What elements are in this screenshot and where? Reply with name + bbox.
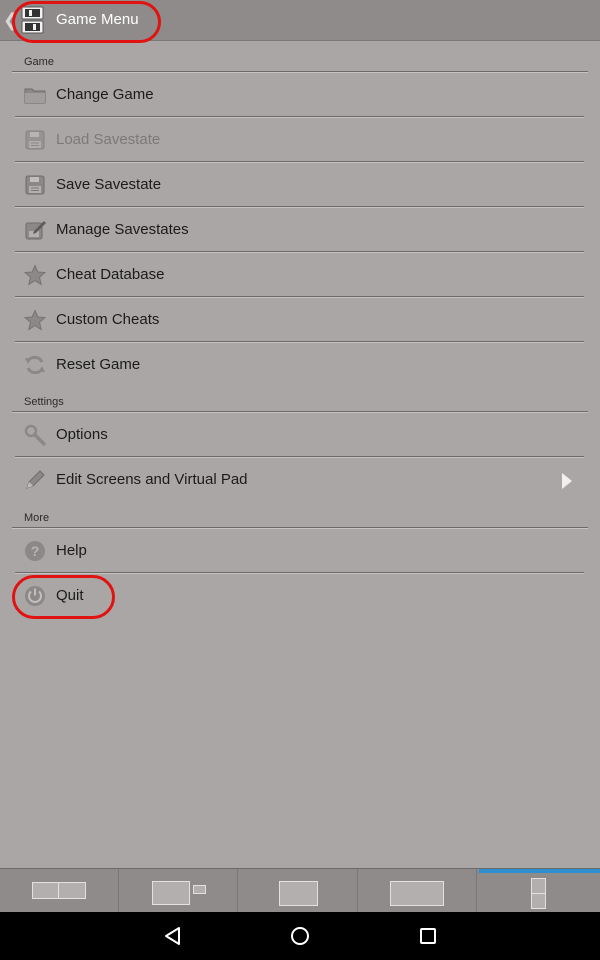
menu-item-quit[interactable]: Quit xyxy=(15,574,584,618)
active-tab-indicator xyxy=(479,869,600,873)
menu-item-load-savestate[interactable]: Load Savestate xyxy=(15,118,584,162)
menu-item-edit-screens-and-virtual-pad[interactable]: Edit Screens and Virtual Pad xyxy=(15,458,584,502)
layout-stacked-icon-bottom xyxy=(531,893,546,909)
menu-item-save-savestate[interactable]: Save Savestate xyxy=(15,163,584,207)
layout-tab-single-wide[interactable] xyxy=(358,869,477,912)
power-icon xyxy=(24,585,46,607)
layout-tab-single-small[interactable] xyxy=(239,869,358,912)
menu-item-label: Reset Game xyxy=(56,356,141,373)
menu-item-label: Load Savestate xyxy=(56,131,161,148)
section-header-more: More xyxy=(24,512,50,524)
recents-square-icon[interactable] xyxy=(416,924,440,948)
menu-item-label: Save Savestate xyxy=(56,176,162,193)
android-nav-bar xyxy=(0,912,600,960)
layout-stacked-icon xyxy=(531,878,546,894)
game-menu-screen: ❮ Game Menu Game Change Game Load Savestat… xyxy=(0,0,600,960)
home-circle-icon[interactable] xyxy=(288,924,312,948)
layout-side-by-side-icon xyxy=(32,882,59,899)
pencil-icon xyxy=(24,469,46,491)
section-header-settings: Settings xyxy=(24,396,64,408)
menu-item-change-game[interactable]: Change Game xyxy=(15,73,584,117)
menu-item-cheat-database[interactable]: Cheat Database xyxy=(15,253,584,297)
menu-item-reset-game[interactable]: Reset Game xyxy=(15,343,584,387)
menu-item-label: Edit Screens and Virtual Pad xyxy=(56,471,248,488)
menu-item-label: Change Game xyxy=(56,86,154,103)
refresh-icon xyxy=(24,354,46,376)
floppy-icon xyxy=(24,174,46,196)
menu-item-label: Help xyxy=(56,542,87,559)
section-header-game: Game xyxy=(24,56,54,68)
menu-item-help[interactable]: ? Help xyxy=(15,529,584,573)
chevron-left-icon[interactable]: ❮ xyxy=(3,9,18,31)
svg-text:?: ? xyxy=(31,543,40,559)
floppy-icon xyxy=(24,129,46,151)
help-icon: ? xyxy=(24,540,46,562)
ds-logo-icon[interactable] xyxy=(19,6,46,34)
menu-item-manage-savestates[interactable]: Manage Savestates xyxy=(15,208,584,252)
layout-tab-main-with-mini[interactable] xyxy=(119,869,238,912)
layout-single-wide-icon xyxy=(390,881,444,906)
chevron-right-icon xyxy=(562,473,572,489)
screen-layout-tabs xyxy=(0,868,600,912)
folder-icon xyxy=(24,84,46,106)
menu-item-label: Cheat Database xyxy=(56,266,165,283)
layout-tab-stacked[interactable] xyxy=(479,869,600,912)
page-title[interactable]: Game Menu xyxy=(56,10,139,30)
star-icon xyxy=(23,309,47,331)
layout-main-with-mini-icon xyxy=(152,881,190,905)
menu-item-label: Manage Savestates xyxy=(56,221,189,238)
layout-mini-screen xyxy=(193,885,206,894)
menu-item-custom-cheats[interactable]: Custom Cheats xyxy=(15,298,584,342)
edit-floppy-icon xyxy=(24,219,46,241)
menu-item-options[interactable]: Options xyxy=(15,413,584,457)
menu-item-label: Options xyxy=(56,426,108,443)
back-triangle-icon[interactable] xyxy=(161,924,185,948)
action-bar: ❮ Game Menu xyxy=(0,0,600,41)
wrench-icon xyxy=(24,424,46,446)
layout-side-by-side-icon-right xyxy=(58,882,86,899)
layout-tab-side-by-side[interactable] xyxy=(0,869,119,912)
layout-single-small-icon xyxy=(279,881,318,906)
menu-item-label: Custom Cheats xyxy=(56,311,160,328)
menu-item-label: Quit xyxy=(56,587,84,604)
star-icon xyxy=(23,264,47,286)
